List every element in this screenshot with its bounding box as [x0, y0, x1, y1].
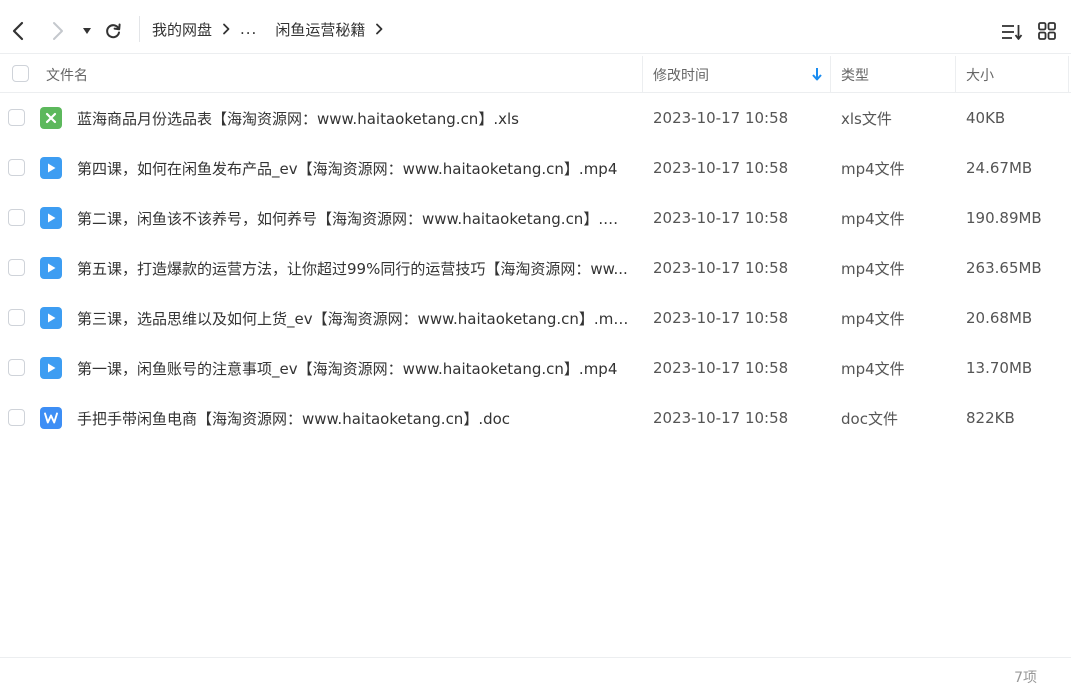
file-name[interactable]: 第一课，闲鱼账号的注意事项_ev【海淘资源网：www.haitaoketang.… [77, 343, 632, 393]
file-name[interactable]: 第五课，打造爆款的运营方法，让你超过99%同行的运营技巧【海淘资源网：ww... [77, 243, 632, 293]
column-divider[interactable] [955, 56, 956, 93]
column-divider[interactable] [1068, 56, 1069, 93]
row-checkbox[interactable] [8, 259, 25, 276]
breadcrumb-item-collapsed[interactable]: ... [240, 20, 257, 38]
row-checkbox[interactable] [8, 109, 25, 126]
file-size: 40KB [966, 109, 1006, 127]
chevron-right-icon [53, 22, 63, 40]
file-type: mp4文件 [841, 309, 905, 328]
table-row[interactable]: 第二课，闲鱼该不该养号，如何养号【海淘资源网：www.haitaoketang.… [0, 193, 1071, 243]
breadcrumb: 我的网盘 ... 闲鱼运营秘籍 [152, 4, 393, 54]
table-row[interactable]: 第四课，如何在闲鱼发布产品_ev【海淘资源网：www.haitaoketang.… [0, 143, 1071, 193]
column-header-modified[interactable]: 修改时间 [653, 56, 709, 93]
select-all-checkbox[interactable] [12, 65, 29, 82]
refresh-icon [106, 23, 121, 39]
video-icon [40, 207, 62, 229]
breadcrumb-item-root[interactable]: 我的网盘 [152, 19, 212, 40]
file-size: 190.89MB [966, 209, 1042, 227]
file-type: xls文件 [841, 109, 892, 128]
file-type: mp4文件 [841, 259, 905, 278]
back-button[interactable] [5, 18, 31, 44]
excel-icon [40, 107, 62, 129]
column-header-size[interactable]: 大小 [966, 56, 994, 93]
grid-view-button[interactable] [1035, 19, 1059, 43]
file-modified: 2023-10-17 10:58 [653, 359, 789, 377]
video-icon [40, 307, 62, 329]
row-checkbox[interactable] [8, 209, 25, 226]
file-modified: 2023-10-17 10:58 [653, 159, 789, 177]
table-row[interactable]: 手把手带闲鱼电商【海淘资源网：www.haitaoketang.cn】.doc … [0, 393, 1071, 443]
column-header-name[interactable]: 文件名 [46, 56, 88, 93]
file-name[interactable]: 第二课，闲鱼该不该养号，如何养号【海淘资源网：www.haitaoketang.… [77, 193, 632, 243]
file-size: 24.67MB [966, 159, 1033, 177]
file-modified: 2023-10-17 10:58 [653, 109, 789, 127]
video-icon [40, 257, 62, 279]
chevron-right-icon [365, 19, 393, 39]
chevron-right-icon [212, 19, 240, 39]
breadcrumb-spacer [257, 19, 275, 39]
row-checkbox[interactable] [8, 409, 25, 426]
forward-button[interactable] [45, 18, 71, 44]
file-size: 263.65MB [966, 259, 1042, 277]
toolbar-divider [139, 16, 140, 42]
row-checkbox[interactable] [8, 309, 25, 326]
file-type: mp4文件 [841, 359, 905, 378]
file-size: 822KB [966, 409, 1015, 427]
file-name[interactable]: 蓝海商品月份选品表【海淘资源网：www.haitaoketang.cn】.xls [77, 93, 632, 143]
column-divider[interactable] [642, 56, 643, 93]
toolbar: 我的网盘 ... 闲鱼运营秘籍 [0, 4, 1071, 54]
sort-descending-icon[interactable] [810, 66, 824, 82]
sort-button[interactable] [999, 20, 1025, 44]
table-row[interactable]: 第三课，选品思维以及如何上货_ev【海淘资源网：www.haitaoketang… [0, 293, 1071, 343]
file-type: mp4文件 [841, 159, 905, 178]
video-icon [40, 157, 62, 179]
table-header: 文件名 修改时间 类型 大小 [0, 56, 1071, 93]
row-checkbox[interactable] [8, 359, 25, 376]
table-row[interactable]: 第一课，闲鱼账号的注意事项_ev【海淘资源网：www.haitaoketang.… [0, 343, 1071, 393]
table-row[interactable]: 第五课，打造爆款的运营方法，让你超过99%同行的运营技巧【海淘资源网：ww...… [0, 243, 1071, 293]
refresh-button[interactable] [101, 19, 125, 43]
table-row[interactable]: 蓝海商品月份选品表【海淘资源网：www.haitaoketang.cn】.xls… [0, 93, 1071, 143]
breadcrumb-item-current[interactable]: 闲鱼运营秘籍 [275, 19, 365, 40]
file-modified: 2023-10-17 10:58 [653, 409, 789, 427]
chevron-left-icon [12, 21, 24, 41]
status-bar: 7项 [0, 657, 1071, 692]
history-dropdown-button[interactable] [79, 20, 95, 42]
caret-down-icon [83, 28, 91, 34]
row-checkbox[interactable] [8, 159, 25, 176]
file-browser: 我的网盘 ... 闲鱼运营秘籍 文件名 修改时间 类型 大小 蓝海商品月份选品表… [0, 0, 1071, 692]
file-modified: 2023-10-17 10:58 [653, 259, 789, 277]
file-modified: 2023-10-17 10:58 [653, 309, 789, 327]
file-list: 蓝海商品月份选品表【海淘资源网：www.haitaoketang.cn】.xls… [0, 93, 1071, 443]
file-name[interactable]: 第三课，选品思维以及如何上货_ev【海淘资源网：www.haitaoketang… [77, 293, 632, 343]
sort-list-icon [1002, 25, 1023, 40]
column-divider[interactable] [830, 56, 831, 93]
item-count: 7项 [1014, 670, 1037, 686]
file-type: mp4文件 [841, 209, 905, 228]
file-size: 13.70MB [966, 359, 1033, 377]
file-name[interactable]: 手把手带闲鱼电商【海淘资源网：www.haitaoketang.cn】.doc [77, 393, 632, 443]
column-header-type[interactable]: 类型 [841, 56, 869, 93]
file-name[interactable]: 第四课，如何在闲鱼发布产品_ev【海淘资源网：www.haitaoketang.… [77, 143, 632, 193]
file-modified: 2023-10-17 10:58 [653, 209, 789, 227]
file-size: 20.68MB [966, 309, 1033, 327]
grid-icon [1038, 22, 1056, 40]
word-icon [40, 407, 62, 429]
file-type: doc文件 [841, 409, 898, 428]
video-icon [40, 357, 62, 379]
